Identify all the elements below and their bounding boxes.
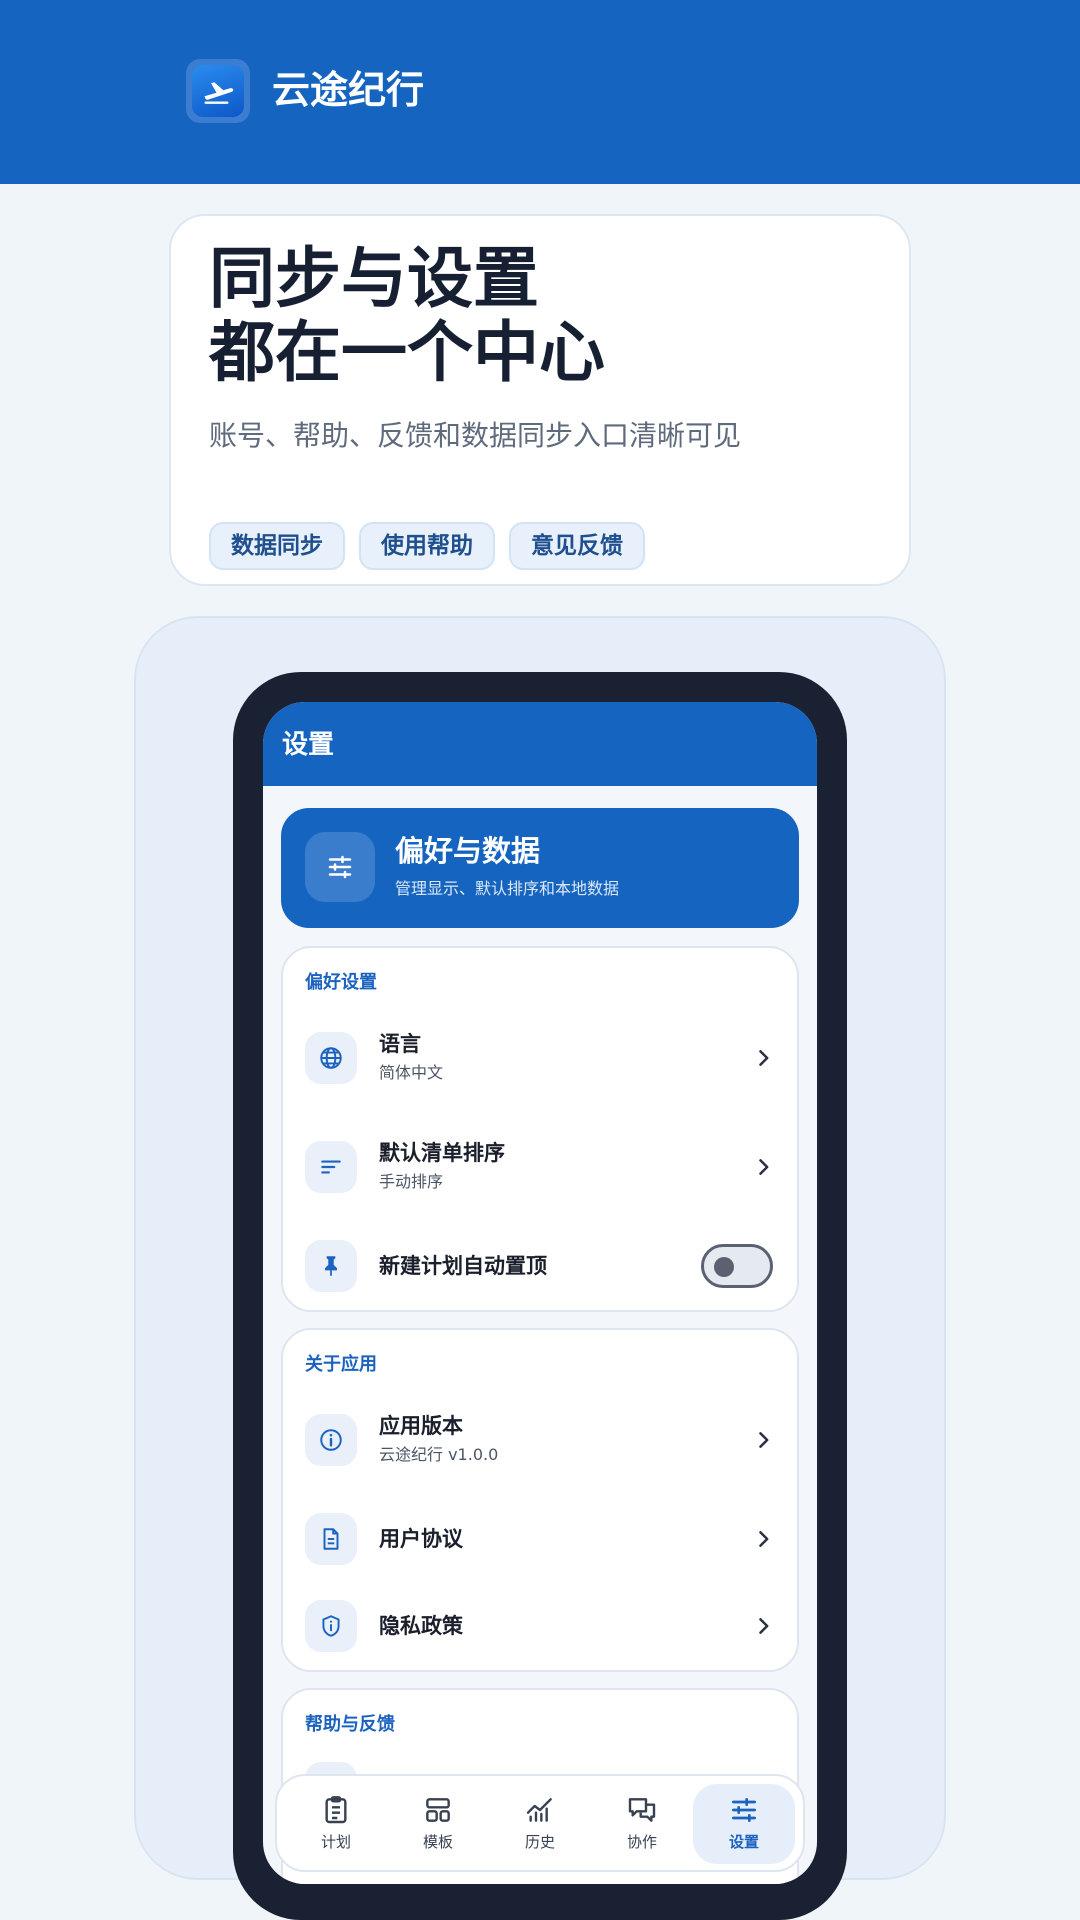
app-name: 云途纪行 (272, 68, 425, 112)
row-subtitle: 手动排序 (379, 1172, 444, 1191)
toggle-knob (714, 1257, 734, 1277)
preferences-title: 偏好与数据 (395, 834, 541, 868)
airplane-logo-icon (192, 65, 244, 117)
section-title: 帮助与反馈 (305, 1714, 395, 1735)
globe-icon (305, 1032, 357, 1084)
section-title: 偏好设置 (305, 972, 377, 993)
phone-screen: 设置 偏好与数据 管理显示、默认排序和本地数据 偏好设置 语言 简体中文 默认清… (263, 702, 817, 1884)
tab-settings[interactable]: 设置 (693, 1784, 795, 1864)
preferences-subtitle: 管理显示、默认排序和本地数据 (395, 879, 620, 898)
section-about: 关于应用 应用版本 云途纪行 v1.0.0 用户协议 隐私政策 (281, 1328, 799, 1672)
section-preferences: 偏好设置 语言 简体中文 默认清单排序 手动排序 新建计划自动置顶 (281, 946, 799, 1312)
screen-title: 设置 (282, 730, 335, 760)
shield-icon (305, 1600, 357, 1652)
settings-row-app-version[interactable]: 应用版本 云途纪行 v1.0.0 (283, 1400, 801, 1480)
row-subtitle: 简体中文 (379, 1063, 444, 1082)
info-icon (305, 1414, 357, 1466)
auto-pin-toggle[interactable] (701, 1244, 773, 1288)
settings-row-auto-pin: 新建计划自动置顶 (283, 1226, 801, 1306)
phone-mockup: 设置 偏好与数据 管理显示、默认排序和本地数据 偏好设置 语言 简体中文 默认清… (233, 672, 847, 1920)
app-logo (186, 59, 250, 123)
hero-title-line1: 同步与设置 (209, 240, 539, 317)
tab-label: 协作 (626, 1833, 657, 1851)
row-title: 新建计划自动置顶 (379, 1254, 547, 1278)
settings-row-language[interactable]: 语言 简体中文 (283, 1018, 801, 1098)
settings-row-user-agreement[interactable]: 用户协议 (283, 1499, 801, 1579)
template-icon (426, 1798, 450, 1822)
sliders-icon (732, 1798, 756, 1822)
row-title: 隐私政策 (379, 1614, 463, 1638)
preferences-card[interactable]: 偏好与数据 管理显示、默认排序和本地数据 (281, 808, 799, 928)
feature-chips: 数据同步 使用帮助 意见反馈 (209, 522, 645, 570)
tab-history[interactable]: 历史 (489, 1784, 591, 1864)
tab-template[interactable]: 模板 (387, 1784, 489, 1864)
screen-app-bar (263, 702, 817, 786)
chevron-right-icon (759, 1159, 769, 1175)
chat-icon (628, 1798, 656, 1822)
tab-label: 计划 (320, 1833, 351, 1851)
chevron-right-icon (759, 1050, 769, 1066)
header-banner (0, 0, 1080, 184)
hero-card: 同步与设置 都在一个中心 账号、帮助、反馈和数据同步入口清晰可见 数据同步 使用… (169, 214, 911, 586)
chip-feedback: 意见反馈 (509, 522, 645, 570)
chevron-right-icon (759, 1432, 769, 1448)
row-title: 默认清单排序 (379, 1141, 505, 1165)
tab-collaborate[interactable]: 协作 (591, 1784, 693, 1864)
document-icon (305, 1513, 357, 1565)
settings-row-privacy-policy[interactable]: 隐私政策 (283, 1586, 801, 1666)
chevron-right-icon (759, 1618, 769, 1634)
chart-icon (526, 1798, 552, 1822)
settings-row-default-sort[interactable]: 默认清单排序 手动排序 (283, 1127, 801, 1207)
row-title: 语言 (379, 1032, 421, 1056)
tab-plan[interactable]: 计划 (285, 1784, 387, 1864)
chevron-right-icon (759, 1531, 769, 1547)
section-title: 关于应用 (305, 1354, 377, 1375)
sort-icon (305, 1141, 357, 1193)
row-title: 用户协议 (379, 1527, 463, 1551)
hero-title-line2: 都在一个中心 (209, 314, 605, 391)
row-title: 应用版本 (379, 1414, 463, 1438)
tab-label: 设置 (728, 1833, 759, 1851)
pin-icon (305, 1240, 357, 1292)
hero-subtitle: 账号、帮助、反馈和数据同步入口清晰可见 (209, 419, 742, 452)
tab-label: 历史 (524, 1833, 555, 1851)
tab-label: 模板 (422, 1833, 453, 1851)
clipboard-icon (325, 1796, 347, 1824)
chip-data-sync: 数据同步 (209, 522, 345, 570)
hero-title: 同步与设置 都在一个中心 (209, 242, 889, 390)
sliders-icon (305, 832, 375, 902)
row-subtitle: 云途纪行 v1.0.0 (379, 1445, 499, 1464)
bottom-tab-bar: 计划 模板 历史 协作 设置 (275, 1774, 805, 1872)
chip-usage-help: 使用帮助 (359, 522, 495, 570)
